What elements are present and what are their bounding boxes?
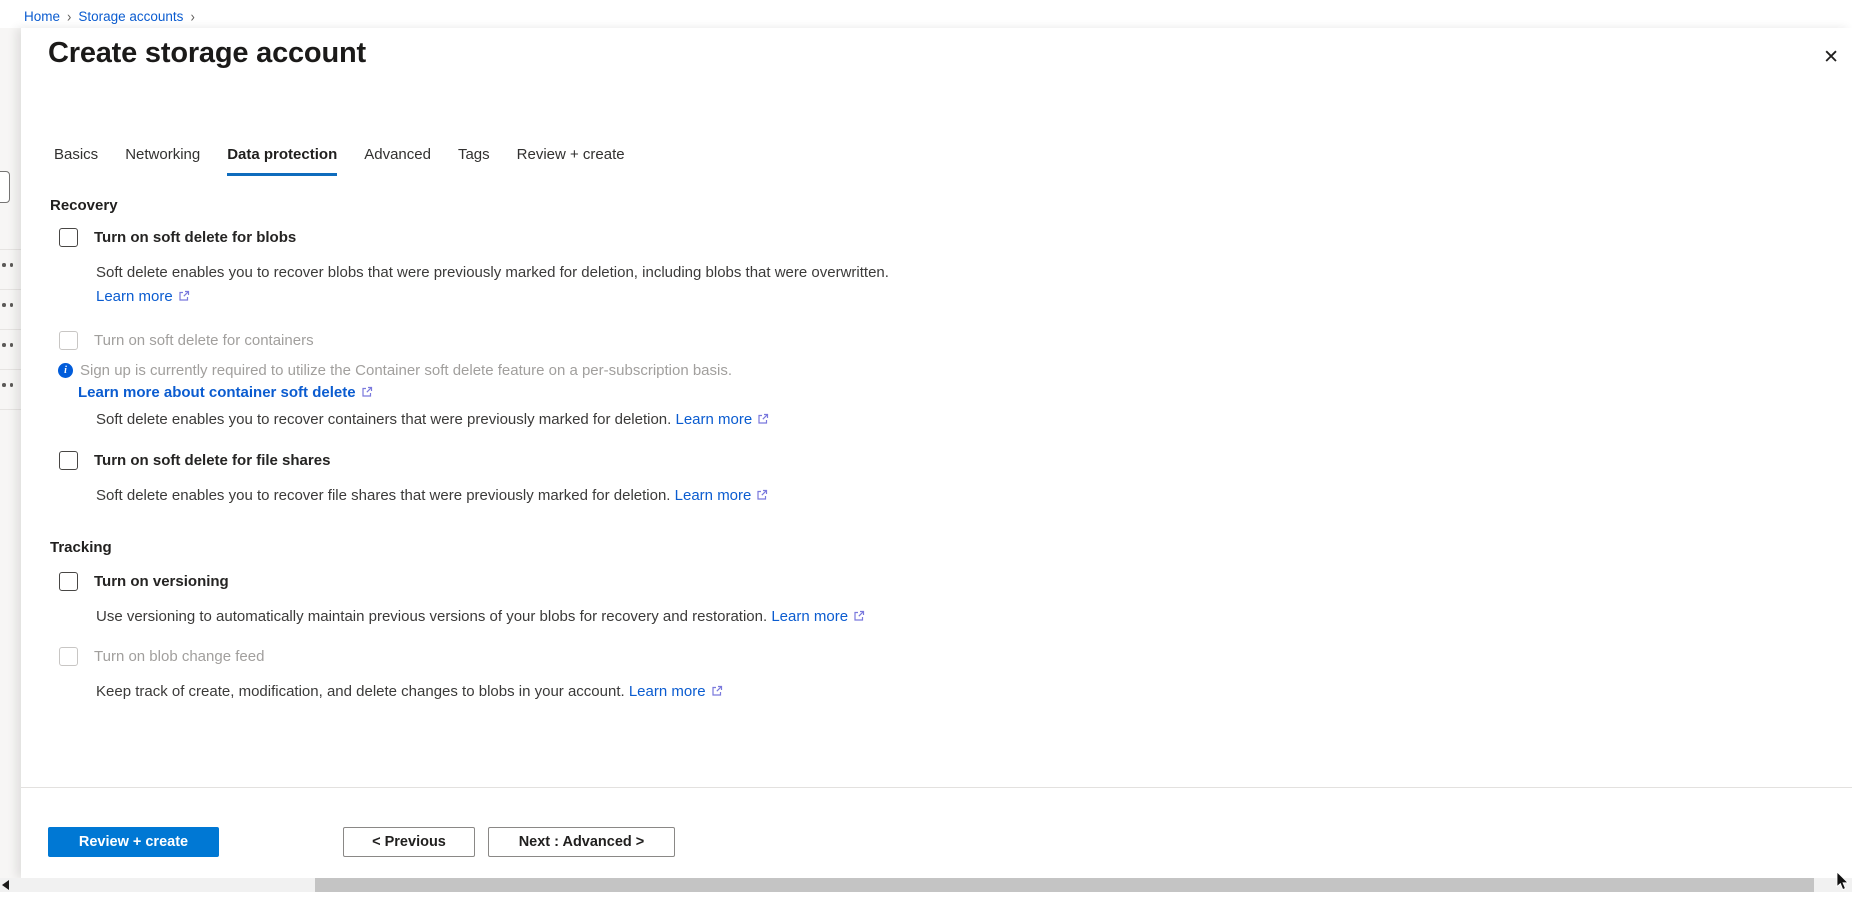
description-text: Keep track of create, modification, and … (96, 683, 625, 700)
ellipsis-icon (2, 383, 18, 387)
soft-delete-blobs-label: Turn on soft delete for blobs (94, 228, 296, 247)
soft-delete-containers-description: Soft delete enables you to recover conta… (96, 410, 1852, 430)
soft-delete-blobs-learn-more: Learn more (96, 287, 1852, 307)
ellipsis-icon (2, 263, 18, 267)
background-row-divider (0, 289, 21, 290)
scroll-left-arrow-icon[interactable] (2, 880, 9, 890)
link-text: Learn more (676, 411, 753, 428)
horizontal-scrollbar-thumb[interactable] (315, 878, 1814, 892)
background-row-divider (0, 329, 21, 330)
previous-button[interactable]: < Previous (343, 827, 475, 857)
link-text: Learn more (675, 487, 752, 504)
external-link-icon (853, 608, 865, 627)
background-row-divider (0, 249, 21, 250)
tab-tags[interactable]: Tags (458, 146, 490, 176)
description-text: Use versioning to automatically maintain… (96, 608, 767, 625)
create-storage-account-panel: ✕ Create storage account Basics Networki… (21, 28, 1852, 878)
soft-delete-file-shares-checkbox[interactable] (59, 451, 78, 470)
soft-delete-blobs-description: Soft delete enables you to recover blobs… (96, 263, 1852, 282)
description-text: Soft delete enables you to recover conta… (96, 411, 671, 428)
breadcrumb: Home › Storage accounts › (0, 0, 1852, 28)
soft-delete-containers-row: Turn on soft delete for containers (59, 331, 1852, 350)
learn-more-link[interactable]: Learn more (771, 608, 865, 625)
description-text: Soft delete enables you to recover file … (96, 487, 670, 504)
soft-delete-containers-checkbox (59, 331, 78, 350)
tab-networking[interactable]: Networking (125, 146, 200, 176)
versioning-row: Turn on versioning (59, 572, 1852, 591)
containers-info-text: Sign up is currently required to utilize… (80, 361, 732, 380)
tab-bar: Basics Networking Data protection Advanc… (54, 146, 1852, 176)
learn-more-link[interactable]: Learn more (96, 288, 190, 305)
soft-delete-file-shares-description: Soft delete enables you to recover file … (96, 486, 1852, 506)
page-title: Create storage account (48, 36, 1852, 70)
tab-data-protection[interactable]: Data protection (227, 146, 337, 176)
horizontal-scrollbar[interactable] (0, 878, 1852, 892)
external-link-icon (361, 384, 373, 403)
section-heading-recovery: Recovery (50, 197, 1852, 215)
learn-more-link[interactable]: Learn more (629, 683, 723, 700)
external-link-icon (178, 288, 190, 307)
wizard-footer: Review + create < Previous Next : Advanc… (21, 787, 1852, 878)
tab-review-create[interactable]: Review + create (517, 146, 625, 176)
close-icon[interactable]: ✕ (1823, 48, 1839, 67)
learn-more-container-soft-delete-link[interactable]: Learn more about container soft delete (78, 384, 373, 401)
link-text: Learn more about container soft delete (78, 384, 356, 401)
external-link-icon (757, 411, 769, 430)
blob-change-feed-row: Turn on blob change feed (59, 647, 1852, 666)
soft-delete-file-shares-label: Turn on soft delete for file shares (94, 451, 330, 470)
background-row-divider (0, 369, 21, 370)
versioning-label: Turn on versioning (94, 572, 229, 591)
link-text: Learn more (629, 683, 706, 700)
blob-change-feed-description: Keep track of create, modification, and … (96, 682, 1852, 702)
versioning-checkbox[interactable] (59, 572, 78, 591)
review-create-button[interactable]: Review + create (48, 827, 219, 857)
blob-change-feed-label: Turn on blob change feed (94, 647, 264, 666)
learn-more-link[interactable]: Learn more (675, 487, 769, 504)
external-link-icon (711, 683, 723, 702)
breadcrumb-separator-icon: › (67, 8, 71, 25)
breadcrumb-home-link[interactable]: Home (24, 9, 60, 24)
link-text: Learn more (771, 608, 848, 625)
soft-delete-blobs-row: Turn on soft delete for blobs (59, 228, 1852, 247)
background-page-strip (0, 28, 21, 878)
versioning-description: Use versioning to automatically maintain… (96, 607, 1852, 627)
mouse-cursor-icon (1836, 872, 1850, 892)
background-row-divider (0, 409, 21, 410)
next-advanced-button[interactable]: Next : Advanced > (488, 827, 675, 857)
blob-change-feed-checkbox (59, 647, 78, 666)
soft-delete-blobs-checkbox[interactable] (59, 228, 78, 247)
background-checkbox-partial (0, 171, 10, 203)
link-text: Learn more (96, 288, 173, 305)
soft-delete-file-shares-row: Turn on soft delete for file shares (59, 451, 1852, 470)
ellipsis-icon (2, 303, 18, 307)
ellipsis-icon (2, 343, 18, 347)
tab-advanced[interactable]: Advanced (364, 146, 431, 176)
external-link-icon (756, 487, 768, 506)
description-text: Soft delete enables you to recover blobs… (96, 264, 889, 281)
breadcrumb-storage-accounts-link[interactable]: Storage accounts (78, 9, 183, 24)
learn-more-link[interactable]: Learn more (676, 411, 770, 428)
breadcrumb-separator-icon: › (190, 8, 194, 25)
section-heading-tracking: Tracking (50, 539, 1852, 557)
soft-delete-containers-label: Turn on soft delete for containers (94, 331, 314, 350)
containers-info-learn-more: Learn more about container soft delete (78, 383, 1852, 403)
info-icon: i (58, 363, 73, 378)
tab-basics[interactable]: Basics (54, 146, 98, 176)
containers-info-row: i Sign up is currently required to utili… (58, 361, 1852, 380)
